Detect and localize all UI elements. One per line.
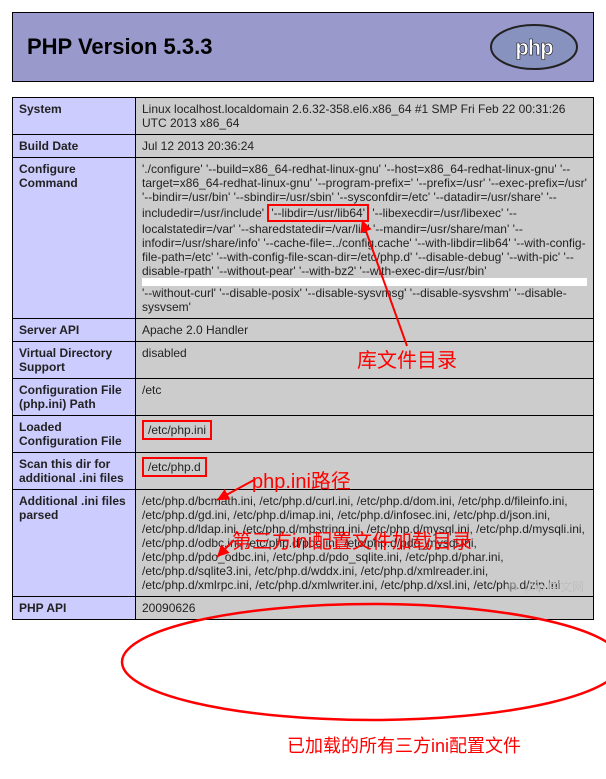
label-loaded-config: Loaded Configuration File — [13, 416, 136, 453]
label-build-date: Build Date — [13, 135, 136, 158]
ellipse-highlight — [122, 604, 606, 720]
php-ini-highlight-box: /etc/php.ini — [142, 420, 212, 440]
php-logo-icon: php php — [489, 23, 579, 71]
scan-dir-highlight-box: /etc/php.d — [142, 457, 207, 477]
value-system: Linux localhost.localdomain 2.6.32-358.e… — [136, 98, 594, 135]
svg-text:php: php — [508, 585, 517, 591]
table-row: Loaded Configuration File /etc/php.ini — [13, 416, 594, 453]
label-php-api: PHP API — [13, 597, 136, 620]
svg-text:php: php — [515, 35, 553, 60]
value-build-date: Jul 12 2013 20:36:24 — [136, 135, 594, 158]
annotation-third-party: 第三方ini配置文件加载目录 — [232, 525, 472, 554]
annotation-php-ini: php.ini路径 — [252, 465, 351, 494]
php-small-icon: php — [505, 582, 521, 592]
label-config-file-path: Configuration File (php.ini) Path — [13, 379, 136, 416]
table-row: PHP API 20090626 — [13, 597, 594, 620]
label-system: System — [13, 98, 136, 135]
table-row: Server API Apache 2.0 Handler — [13, 319, 594, 342]
label-server-api: Server API — [13, 319, 136, 342]
table-row: Build Date Jul 12 2013 20:36:24 — [13, 135, 594, 158]
value-server-api: Apache 2.0 Handler — [136, 319, 594, 342]
configure-post2: '--without-curl' '--disable-posix' '--di… — [142, 286, 567, 314]
value-php-api: 20090626 — [136, 597, 594, 620]
libdir-highlight-box: '--libdir=/usr/lib64' — [267, 204, 369, 222]
watermark: php php 中文网 — [505, 578, 584, 595]
table-row: System Linux localhost.localdomain 2.6.3… — [13, 98, 594, 135]
table-row: Virtual Directory Support disabled — [13, 342, 594, 379]
annotation-loaded-all: 已加载的所有三方ini配置文件 — [287, 732, 521, 758]
label-scan-dir: Scan this dir for additional .ini files — [13, 453, 136, 490]
value-loaded-config: /etc/php.ini — [136, 416, 594, 453]
table-row: Configure Command './configure' '--build… — [13, 158, 594, 319]
annotation-libdir: 库文件目录 — [357, 344, 457, 373]
page-title: PHP Version 5.3.3 — [27, 34, 212, 60]
label-vds: Virtual Directory Support — [13, 342, 136, 379]
page-header: PHP Version 5.3.3 php php — [12, 12, 594, 82]
label-additional-ini: Additional .ini files parsed — [13, 490, 136, 597]
value-configure: './configure' '--build=x86_64-redhat-lin… — [136, 158, 594, 319]
table-row: Configuration File (php.ini) Path /etc — [13, 379, 594, 416]
value-scan-dir: /etc/php.d — [136, 453, 594, 490]
value-config-file-path: /etc — [136, 379, 594, 416]
gap — [142, 278, 587, 286]
watermark-text: php 中文网 — [525, 578, 584, 595]
label-configure: Configure Command — [13, 158, 136, 319]
